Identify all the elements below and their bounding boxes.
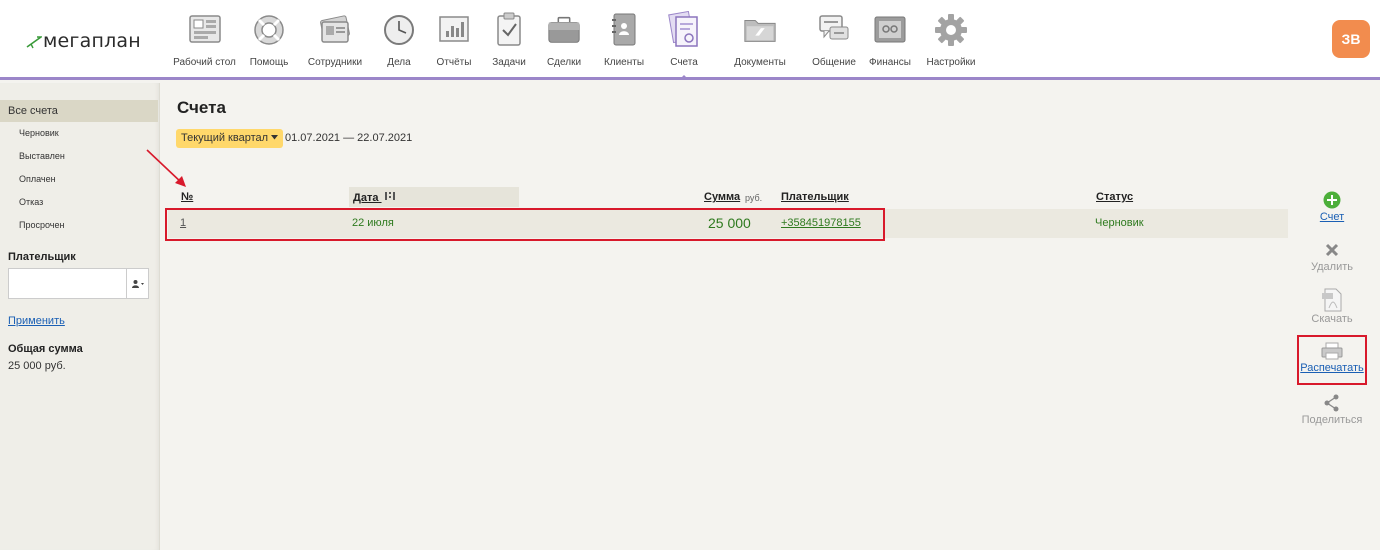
contact-book-icon: [606, 12, 642, 48]
column-header-status[interactable]: Статус: [1096, 191, 1133, 203]
nav-label: Финансы: [869, 57, 911, 68]
main-nav: Рабочий стол Помощь Сотрудники Дела Отчё…: [168, 8, 983, 80]
user-avatar[interactable]: ЗВ: [1332, 20, 1370, 58]
page-title: Счета: [177, 98, 226, 117]
nav-item-communication[interactable]: Общение: [807, 8, 861, 74]
total-sum-value: 25 000 руб.: [8, 360, 66, 372]
nav-item-reports[interactable]: Отчёты: [425, 8, 483, 74]
nav-item-finance[interactable]: Финансы: [861, 8, 919, 74]
download-button[interactable]: Скачать: [1298, 288, 1366, 325]
period-range: 01.07.2021 — 22.07.2021: [285, 132, 413, 144]
top-navigation-bar: мегаплан Рабочий стол Помощь Сотрудники …: [0, 0, 1380, 80]
clipboard-check-icon: [491, 12, 527, 48]
nav-label: Сотрудники: [307, 57, 363, 68]
nav-label: Отчёты: [436, 57, 472, 68]
caret-down-icon: [271, 135, 279, 140]
delete-button[interactable]: Удалить: [1298, 240, 1366, 273]
person-dropdown-icon: [131, 279, 144, 288]
sidebar-item-all-invoices[interactable]: Все счета: [0, 100, 158, 122]
nav-label: Помощь: [249, 57, 289, 68]
delete-label: Удалить: [1311, 261, 1353, 273]
nav-label: Общение: [812, 57, 856, 68]
nav-item-employees[interactable]: Сотрудники: [297, 8, 373, 74]
sidebar-item-overdue[interactable]: Просрочен: [19, 220, 64, 230]
printer-icon: [1298, 341, 1366, 361]
nav-label: Задачи: [492, 57, 526, 68]
nav-item-tasks-todo[interactable]: Дела: [373, 8, 425, 74]
logo-text: мегаплан: [43, 30, 141, 52]
nav-item-desktop[interactable]: Рабочий стол: [168, 8, 241, 74]
add-invoice-label: Счет: [1319, 211, 1345, 223]
invoice-number-link[interactable]: 1: [180, 217, 186, 229]
share-label: Поделиться: [1301, 414, 1363, 426]
nav-label: Рабочий стол: [173, 57, 236, 68]
apply-filter-link[interactable]: Применить: [8, 315, 65, 327]
column-header-sum[interactable]: Сумма: [704, 191, 740, 203]
plus-circle-icon: [1298, 190, 1366, 210]
report-chart-icon: [436, 12, 472, 48]
pdf-file-icon: [1298, 288, 1366, 312]
payer-input[interactable]: [8, 268, 149, 299]
sort-icon: [384, 192, 395, 200]
nav-item-tasks[interactable]: Задачи: [483, 8, 535, 74]
nav-item-clients[interactable]: Клиенты: [593, 8, 655, 74]
column-header-date[interactable]: Дата: [353, 191, 397, 204]
nav-label: Настройки: [926, 57, 976, 68]
sidebar-item-declined[interactable]: Отказ: [19, 197, 43, 207]
megaplan-logo[interactable]: мегаплан: [26, 30, 141, 52]
sidebar-item-draft[interactable]: Черновик: [19, 128, 59, 138]
invoice-payer-link[interactable]: +358451978155: [781, 217, 861, 229]
sum-currency-unit: руб.: [745, 193, 763, 203]
print-label: Распечатать: [1300, 362, 1364, 374]
share-icon: [1298, 393, 1366, 413]
nav-label: Клиенты: [603, 57, 645, 68]
nav-item-settings[interactable]: Настройки: [919, 8, 983, 74]
download-label: Скачать: [1311, 313, 1353, 325]
chat-icon: [816, 12, 852, 48]
payer-filter-heading: Плательщик: [8, 251, 76, 263]
period-label: Текущий квартал: [181, 132, 269, 144]
desktop-icon: [187, 12, 223, 48]
gear-icon: [933, 12, 969, 48]
add-invoice-button[interactable]: Счет: [1298, 190, 1366, 223]
sidebar: Все счета Черновик Выставлен Оплачен Отк…: [0, 83, 160, 550]
close-icon: [1298, 240, 1366, 260]
safe-icon: [872, 12, 908, 48]
nav-label: Сделки: [546, 57, 582, 68]
nav-item-help[interactable]: Помощь: [241, 8, 297, 74]
briefcase-icon: [546, 12, 582, 48]
nav-label: Документы: [734, 57, 786, 68]
invoice-status: Черновик: [1095, 217, 1144, 229]
payer-select-button[interactable]: [126, 269, 148, 298]
clock-icon: [381, 12, 417, 48]
period-dropdown[interactable]: Текущий квартал: [176, 129, 284, 148]
folder-icon: [742, 12, 778, 48]
share-button[interactable]: Поделиться: [1298, 393, 1366, 426]
column-header-payer[interactable]: Плательщик: [781, 191, 849, 203]
total-sum-heading: Общая сумма: [8, 343, 83, 355]
print-button[interactable]: Распечатать: [1298, 341, 1366, 374]
nav-item-documents[interactable]: Документы: [713, 8, 807, 74]
annotation-arrow: [146, 149, 186, 187]
nav-item-invoices[interactable]: Счета: [655, 8, 713, 80]
logo-mark-icon: [26, 34, 42, 49]
column-header-number[interactable]: №: [181, 191, 193, 203]
lifebuoy-icon: [251, 12, 287, 48]
employees-icon: [317, 12, 353, 48]
nav-label: Счета: [670, 57, 698, 68]
sidebar-item-issued[interactable]: Выставлен: [19, 151, 65, 161]
sidebar-item-paid[interactable]: Оплачен: [19, 174, 56, 184]
invoice-icon: [666, 11, 702, 48]
invoice-date: 22 июля: [352, 217, 394, 229]
invoice-sum: 25 000: [708, 215, 751, 231]
nav-label: Дела: [387, 57, 411, 68]
nav-item-deals[interactable]: Сделки: [535, 8, 593, 74]
